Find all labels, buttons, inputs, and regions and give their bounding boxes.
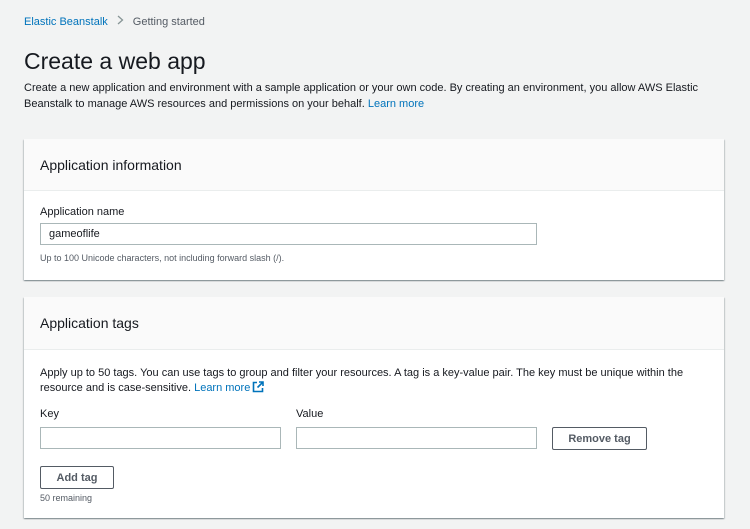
tag-value-label: Value — [296, 408, 324, 420]
application-name-input[interactable] — [40, 223, 537, 245]
application-name-hint: Up to 100 Unicode characters, not includ… — [40, 253, 285, 263]
application-tags-description-text: Apply up to 50 tags. You can use tags to… — [40, 367, 684, 394]
page-description: Create a new application and environment… — [24, 80, 724, 112]
application-tags-description: Apply up to 50 tags. You can use tags to… — [40, 366, 708, 398]
application-tags-panel: Application tags Apply up to 50 tags. Yo… — [24, 297, 724, 518]
application-information-heading: Application information — [40, 156, 182, 173]
application-name-label: Application name — [40, 206, 125, 218]
tag-key-label: Key — [40, 408, 59, 420]
application-information-panel: Application information Application name… — [24, 139, 724, 280]
breadcrumb-getting-started: Getting started — [132, 15, 205, 28]
breadcrumb-elastic-beanstalk[interactable]: Elastic Beanstalk — [24, 16, 108, 28]
tag-value-input[interactable] — [296, 427, 537, 449]
page-description-text: Create a new application and environment… — [24, 82, 699, 110]
application-tags-header: Application tags — [24, 297, 724, 350]
application-information-header: Application information — [24, 139, 724, 191]
tags-learn-more-label: Learn more — [194, 382, 251, 394]
add-tag-button[interactable]: Add tag — [40, 466, 114, 489]
chevron-right-icon — [117, 15, 124, 28]
tags-remaining-count: 50 remaining — [40, 493, 93, 503]
page-title: Create a web app — [24, 48, 206, 74]
page-learn-more-link[interactable]: Learn more — [368, 98, 424, 110]
external-link-icon — [252, 381, 265, 398]
breadcrumb: Elastic Beanstalk Getting started — [24, 15, 205, 28]
remove-tag-button[interactable]: Remove tag — [552, 427, 647, 450]
tags-learn-more-link[interactable]: Learn more — [194, 381, 265, 394]
application-tags-heading: Application tags — [40, 315, 139, 331]
tag-key-input[interactable] — [40, 427, 281, 449]
